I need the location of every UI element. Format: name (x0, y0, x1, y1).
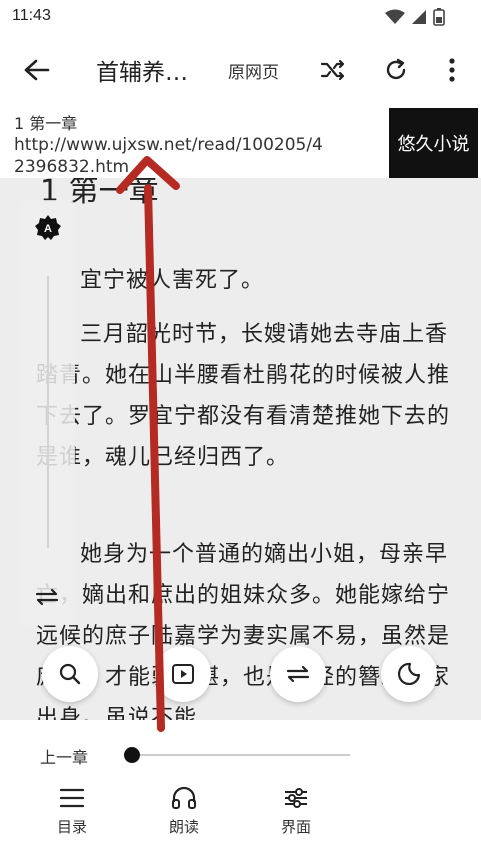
nav-read-aloud[interactable]: 朗读 (144, 786, 224, 837)
more-vert-icon (449, 58, 455, 82)
svg-text:A: A (44, 223, 52, 235)
nav-label: 目录 (56, 818, 87, 836)
chapter-name: 1 第一章 (14, 114, 78, 133)
book-title: 首辅养… (96, 60, 188, 86)
brightness-slider[interactable] (47, 276, 49, 548)
battery-icon (433, 8, 445, 26)
nav-label: 朗读 (168, 818, 199, 836)
auto-play-button[interactable] (155, 646, 211, 702)
chapter-url[interactable]: http://www.ujxsw.net/read/100205/4239683… (14, 134, 324, 178)
status-time: 11:43 (12, 7, 51, 24)
nav-catalog[interactable]: 目录 (32, 786, 112, 837)
change-source-button[interactable]: 悠久小说 (389, 108, 478, 178)
auto-page-icon[interactable]: A (34, 214, 62, 242)
play-icon (172, 664, 194, 684)
refresh-button[interactable] (376, 34, 416, 106)
prev-chapter-button[interactable]: 上一章 (40, 744, 88, 768)
more-options-button[interactable] (432, 34, 472, 106)
headphones-icon (172, 786, 196, 809)
status-bar: 11:43 (0, 0, 481, 34)
replace-icon (286, 665, 310, 683)
list-icon (59, 788, 85, 808)
chapter-progress-track[interactable] (130, 754, 350, 756)
signal-icon (412, 10, 426, 24)
orientation-icon[interactable] (34, 586, 60, 608)
shuffle-icon (320, 59, 345, 81)
wifi-icon (385, 9, 405, 24)
paragraph: 三月韶光时节，长嫂请她去寺庙上香踏青。她在山半腰看杜鹃花的时候被人推下去了。罗宜… (36, 322, 451, 470)
refresh-icon (386, 58, 406, 80)
chapter-progress-thumb[interactable] (124, 747, 140, 763)
bottom-bar: 上一章 目录 朗读 界面 (0, 720, 481, 855)
back-button[interactable] (14, 34, 60, 106)
original-page-button[interactable]: 原网页 (228, 34, 279, 106)
search-icon (59, 663, 81, 685)
replace-button[interactable] (270, 646, 326, 702)
night-mode-icon (398, 662, 421, 686)
sliders-icon (285, 788, 307, 808)
nav-label: 界面 (280, 818, 311, 836)
shuffle-button[interactable] (313, 34, 353, 106)
search-button[interactable] (42, 646, 98, 702)
arrow-left-icon (24, 59, 50, 81)
paragraph: 宜宁被人害死了。 (80, 268, 265, 293)
top-toolbar: 首辅养… 原网页 (0, 34, 481, 106)
night-mode-button[interactable] (381, 646, 437, 702)
nav-interface[interactable]: 界面 (256, 786, 336, 837)
